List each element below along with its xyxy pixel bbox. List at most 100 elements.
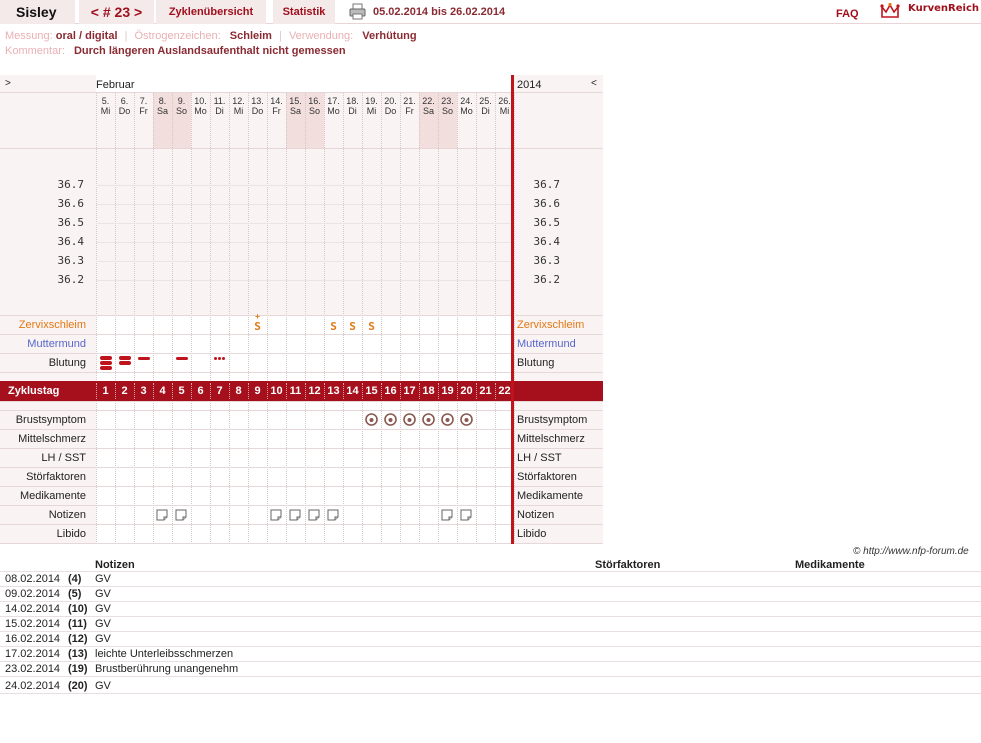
weekday-label: Sa	[422, 106, 434, 116]
day-gridline	[191, 92, 192, 544]
tab-statistics[interactable]: Statistik	[273, 0, 335, 24]
weekday-label: Di	[215, 106, 224, 116]
spotting-dot	[222, 357, 225, 360]
messung-value: oral / digital	[55, 30, 118, 42]
day-gridline	[172, 92, 173, 544]
note-icon[interactable]	[460, 509, 472, 521]
notes-table-row: 14.02.2014 (10) GV	[0, 602, 981, 617]
kommentar-value: Durch längeren Auslandsaufenthalt nicht …	[73, 45, 346, 57]
separator: |	[279, 30, 282, 42]
note-date: 24.02.2014	[5, 680, 61, 692]
day-gridline	[229, 92, 230, 544]
temperature-tick-right: 36.6	[533, 197, 561, 210]
muttermund-label-right: Muttermund	[517, 338, 576, 350]
cycle-day-number: 8	[235, 385, 242, 397]
user-name: Sisley	[0, 0, 75, 24]
spotting-dot	[218, 357, 221, 360]
blutung-label-right: Blutung	[517, 357, 555, 369]
note-cycle-day: (19)	[68, 663, 88, 675]
lh-label: LH / SST	[41, 452, 86, 464]
lh-label-right: LH / SST	[517, 452, 562, 464]
notes-table-row: 17.02.2014 (13) leichte Unterleibsschmerze…	[0, 647, 981, 662]
chart-nav-next[interactable]: <	[591, 78, 597, 89]
breast-symptom-icon	[441, 413, 454, 426]
weekday-label: Do	[251, 106, 264, 116]
note-date: 15.02.2014	[5, 618, 61, 630]
note-date: 14.02.2014	[5, 603, 61, 615]
weekday-label: Sa	[289, 106, 301, 116]
note-cycle-day: (11)	[68, 618, 87, 630]
tab-cycle-overview[interactable]: Zyklenübersicht	[156, 0, 266, 24]
note-icon[interactable]	[156, 509, 168, 521]
cycle-day-number: 11	[289, 385, 302, 397]
notes-table-row: 08.02.2014 (4) GV	[0, 572, 981, 587]
note-icon[interactable]	[289, 509, 301, 521]
note-icon[interactable]	[175, 509, 187, 521]
weekday-label: Mi	[366, 106, 377, 116]
day-gridline	[495, 92, 496, 544]
mittel-label: Mittelschmerz	[18, 433, 86, 445]
day-gridline	[476, 92, 477, 544]
note-date: 09.02.2014	[5, 588, 61, 600]
copyright[interactable]: © http://www.nfp-forum.de	[853, 546, 969, 557]
medikamente-header: Medikamente	[795, 559, 865, 571]
weekday-label: Di	[481, 106, 490, 116]
weekday-label: Mo	[194, 106, 207, 116]
temperature-tick-right: 36.3	[533, 254, 561, 267]
bleeding-light-mark	[172, 354, 191, 373]
oestrogen-value: Schleim	[229, 30, 272, 42]
cycle-prev-button[interactable]: <	[91, 4, 99, 20]
bleeding-spotting-mark	[210, 354, 229, 373]
temperature-gridline	[96, 185, 511, 186]
breast-symptom-icon	[460, 413, 473, 426]
notes-table-row: 15.02.2014 (11) GV	[0, 617, 981, 632]
messung-label: Messung:	[5, 30, 53, 42]
note-icon[interactable]	[441, 509, 453, 521]
weekday-label: So	[175, 106, 187, 116]
day-gridline	[400, 92, 401, 544]
weekday-label: Mi	[233, 106, 244, 116]
faq-link[interactable]: FAQ	[836, 4, 859, 24]
bleeding-bar	[137, 357, 150, 360]
note-icon[interactable]	[270, 509, 282, 521]
note-date: 17.02.2014	[5, 648, 61, 660]
day-gridline	[134, 92, 135, 544]
note-text: GV	[95, 603, 111, 615]
note-cycle-day: (13)	[68, 648, 88, 660]
printer-icon[interactable]	[349, 3, 366, 20]
cycle-day-number: 6	[197, 385, 204, 397]
cycle-day-number: 19	[441, 385, 454, 397]
crown-logo-icon[interactable]	[880, 2, 900, 20]
temperature-tick-right: 36.5	[533, 216, 561, 229]
verwendung-label: Verwendung:	[288, 30, 354, 42]
weekday-label: So	[308, 106, 320, 116]
day-number: 24.	[460, 96, 473, 106]
note-text: Brustberührung unangenehm	[95, 663, 239, 675]
current-day-marker	[511, 75, 514, 544]
blutung-label: Blutung	[48, 357, 86, 369]
year-label: 2014	[517, 79, 542, 91]
zyklustag-label: Zyklustag	[8, 385, 60, 397]
cycle-day-number: 13	[327, 385, 340, 397]
notizen-label-right: Notizen	[517, 509, 555, 521]
cycle-number: # 23	[102, 4, 131, 20]
oestrogen-label: Östrogenzeichen:	[134, 30, 221, 42]
cycle-day-number: 3	[140, 385, 147, 397]
top-bar: Sisley < # 23 > Zyklenübersicht Statisti…	[0, 0, 981, 24]
kurvenreich-logo[interactable]: KurvenReich	[908, 3, 979, 14]
month-label: Februar	[96, 79, 135, 91]
chart-nav-prev[interactable]: >	[5, 78, 11, 89]
cycle-next-button[interactable]: >	[134, 4, 142, 20]
day-number: 19.	[365, 96, 378, 106]
note-cycle-day: (20)	[68, 680, 88, 692]
day-gridline	[115, 92, 116, 544]
day-number: 15.	[289, 96, 302, 106]
comment-info: Kommentar: Durch längeren Auslandsaufent…	[5, 45, 346, 57]
note-cycle-day: (12)	[68, 633, 88, 645]
weekday-label: Sa	[156, 106, 168, 116]
note-icon[interactable]	[308, 509, 320, 521]
note-icon[interactable]	[327, 509, 339, 521]
note-text: GV	[95, 680, 111, 692]
date-range: 05.02.2014 bis 26.02.2014	[373, 6, 506, 18]
cycle-day-number: 17	[403, 385, 416, 397]
